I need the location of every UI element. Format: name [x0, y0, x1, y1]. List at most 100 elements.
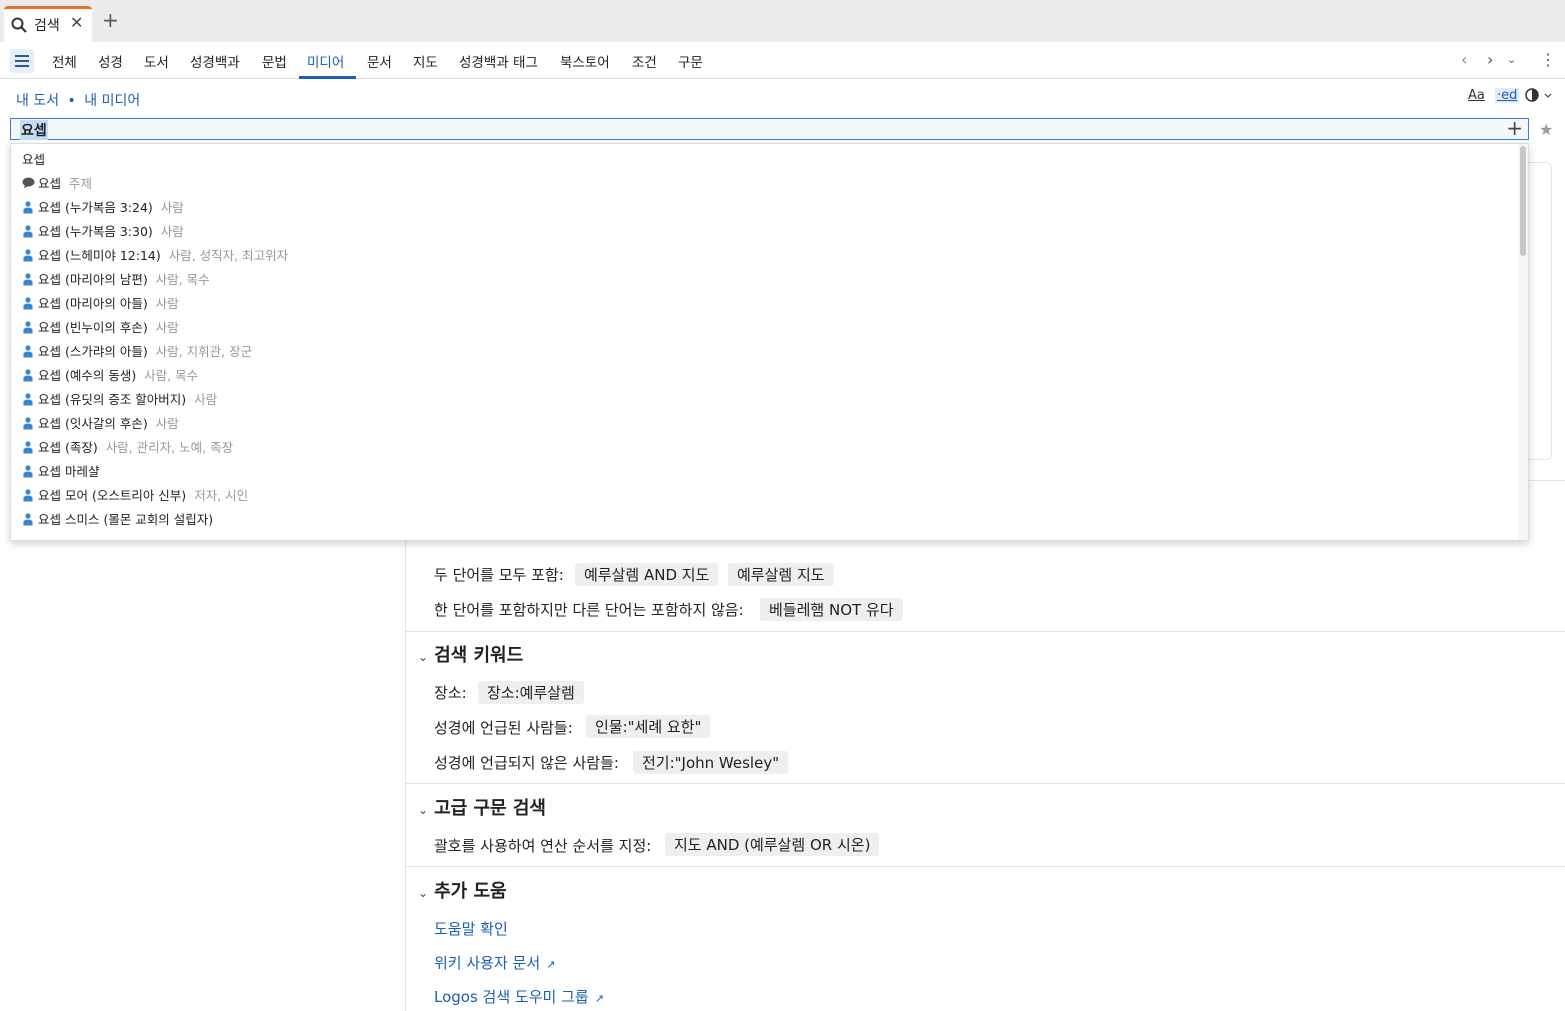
nav-item-bookstore[interactable]: 북스토어 — [560, 51, 610, 71]
external-link-icon: ↗ — [594, 992, 604, 1005]
suggestion-label: 요셉 모어 (오스트리아 신부) — [38, 488, 187, 503]
close-tab-icon[interactable]: ✕ — [70, 13, 83, 32]
nav-item-all[interactable]: 전체 — [52, 51, 77, 71]
suggestion-item[interactable]: 요셉 (마리아의 아들) 사람 — [22, 293, 179, 317]
suggestion-label: 요셉 스미스 (몰몬 교회의 설립자) — [38, 512, 214, 527]
example-chip[interactable]: 예루살렘 지도 — [728, 563, 834, 586]
suggestion-item[interactable]: 요셉 모어 (오스트리아 신부) 저자, 시인 — [22, 485, 248, 509]
suggestion-item[interactable]: 요셉 주제 — [22, 173, 92, 197]
suggestion-item[interactable]: 요셉 (마리아의 남편) 사람, 목수 — [22, 269, 210, 293]
suggestion-item[interactable]: 요셉 (빈누이의 후손) 사람 — [22, 317, 179, 341]
search-input[interactable]: 요셉 + — [10, 116, 1529, 140]
example-chip[interactable]: 베들레햄 NOT 유다 — [760, 598, 903, 621]
suggestion-item[interactable]: 요셉 (족장) 사람, 관리자, 노예, 족장 — [22, 437, 233, 461]
suggestion-item[interactable]: 요셉 (유딧의 증조 할아버지) 사람 — [22, 389, 217, 413]
crumb-my-library[interactable]: 내 도서 — [16, 93, 59, 109]
font-size-icon[interactable]: Aa — [1468, 88, 1485, 103]
new-tab-button[interactable]: + — [102, 10, 119, 30]
scrollbar-thumb[interactable] — [1520, 146, 1526, 256]
person-icon — [22, 368, 36, 385]
suggestion-item[interactable]: 요셉 (잇사갈의 후손) 사람 — [22, 413, 179, 437]
chevron-down-icon: ⌄ — [418, 650, 429, 664]
person-icon — [22, 464, 36, 481]
person-icon — [22, 296, 36, 313]
suggestion-label: 요셉 (느헤미야 12:14) — [38, 248, 161, 263]
panel-divider — [405, 480, 406, 1011]
keywords-section-title[interactable]: ⌄ 검색 키워드 — [418, 641, 523, 667]
suggestion-category: 사람 — [160, 200, 184, 215]
nav-item-bible[interactable]: 성경 — [98, 51, 123, 71]
crumb-my-media[interactable]: 내 미디어 — [84, 93, 140, 109]
suggestion-category: 사람, 지휘관, 장군 — [155, 344, 253, 359]
person-icon — [22, 272, 36, 289]
example-chip[interactable]: 예루살렘 AND 지도 — [575, 563, 719, 586]
suggestion-label: 요셉 (누가복음 3:24) — [38, 200, 153, 215]
nav-item-factbook-tags[interactable]: 성경백과 태그 — [459, 51, 538, 71]
example-chip[interactable]: 장소:예루살렘 — [478, 681, 584, 704]
suggestion-category: 사람, 목수 — [155, 272, 210, 287]
person-icon — [22, 392, 36, 409]
others-label: 성경에 언급되지 않은 사람들: — [434, 754, 619, 772]
nav-item-documents[interactable]: 문서 — [367, 51, 392, 71]
divider — [406, 783, 1565, 784]
tab-label: 검색 — [34, 18, 60, 34]
divider — [406, 631, 1565, 632]
menu-icon[interactable] — [10, 49, 34, 73]
history-dropdown-icon[interactable]: ⌄ — [1507, 53, 1516, 66]
suggestion-item[interactable]: 요셉 스미스 (몰몬 교회의 설립자) — [22, 509, 213, 533]
nav-item-factbook[interactable]: 성경백과 — [190, 51, 240, 71]
suggestion-label: 요셉 마레샬 — [38, 464, 100, 479]
suggestion-item[interactable]: 요셉 (예수의 동생) 사람, 목수 — [22, 365, 198, 389]
nav-item-media[interactable]: 미디어 — [307, 51, 344, 71]
suggestion-category: 사람 — [155, 320, 179, 335]
suggestion-category: 사람 — [155, 416, 179, 431]
suggestion-category: 사람 — [155, 296, 179, 311]
nav-item-maps[interactable]: 지도 — [413, 51, 438, 71]
tab-search[interactable]: 검색 ✕ — [4, 6, 92, 42]
suggestion-item[interactable]: 요셉 — [22, 149, 45, 173]
suggestion-category: 저자, 시인 — [194, 488, 249, 503]
suggestion-label: 요셉 (족장) — [38, 440, 98, 455]
suggestion-label: 요셉 (스가랴의 아들) — [38, 344, 148, 359]
suggestion-item[interactable]: 요셉 (스가랴의 아들) 사람, 지휘관, 장군 — [22, 341, 252, 365]
crumb-separator: • — [67, 93, 76, 109]
nav-item-syntax[interactable]: 구문 — [678, 51, 703, 71]
parentheses-label: 괄호를 사용하여 연산 순서를 지정: — [434, 837, 652, 855]
add-search-term-icon[interactable]: + — [1506, 116, 1523, 140]
nav-item-clause[interactable]: 조건 — [632, 51, 657, 71]
person-icon — [22, 248, 36, 265]
forward-arrow-icon[interactable]: › — [1487, 50, 1493, 69]
person-icon — [22, 440, 36, 457]
suggestion-label: 요셉 — [38, 176, 62, 191]
suggestion-item[interactable]: 요셉 (누가복음 3:30) 사람 — [22, 221, 184, 245]
search-icon — [11, 17, 27, 33]
suggestion-item[interactable]: 요셉 마레샬 — [22, 461, 99, 485]
nav-item-grammar[interactable]: 문법 — [262, 51, 287, 71]
display-mode-icon[interactable] — [1525, 88, 1555, 104]
example-chip[interactable]: 전기:"John Wesley" — [633, 751, 789, 774]
advanced-section-title[interactable]: ⌄ 고급 구문 검색 — [418, 794, 546, 820]
nav-item-books[interactable]: 도서 — [144, 51, 169, 71]
suggestion-category: 사람 — [194, 392, 218, 407]
help-section-title[interactable]: ⌄ 추가 도움 — [418, 877, 507, 903]
example-chip[interactable]: 인물:"세례 요한" — [586, 715, 711, 738]
search-suggestions-dropdown: 요셉 요셉 주제 요셉 (누가복음 3:24) 사람 요셉 (누가복음 3:30) 사람 요셉… — [10, 143, 1529, 541]
example-chip[interactable]: 지도 AND (예루살렘 OR 시온) — [665, 833, 880, 856]
ed-icon[interactable]: ·ed — [1495, 88, 1520, 103]
suggestion-category: 사람, 목수 — [144, 368, 199, 383]
wiki-link[interactable]: 위키 사용자 문서 ↗ — [434, 952, 555, 973]
suggestion-item[interactable]: 요셉 (누가복음 3:24) 사람 — [22, 197, 184, 221]
suggestion-category: 주제 — [69, 176, 93, 191]
suggestion-item[interactable]: 요셉 (느헤미야 12:14) 사람, 성직자, 최고위자 — [22, 245, 288, 269]
more-options-icon[interactable]: ⋮ — [1540, 50, 1556, 69]
suggestion-category: 사람 — [160, 224, 184, 239]
help-link[interactable]: 도움말 확인 — [434, 918, 508, 939]
person-icon — [22, 416, 36, 433]
back-arrow-icon[interactable]: ‹ — [1461, 50, 1467, 69]
person-icon — [22, 224, 36, 241]
suggestion-category: 사람, 성직자, 최고위자 — [168, 248, 289, 263]
search-group-link[interactable]: Logos 검색 도우미 그룹 ↗ — [434, 986, 604, 1007]
star-icon[interactable]: ★ — [1539, 120, 1553, 139]
person-icon — [22, 344, 36, 361]
topic-icon — [22, 177, 36, 192]
